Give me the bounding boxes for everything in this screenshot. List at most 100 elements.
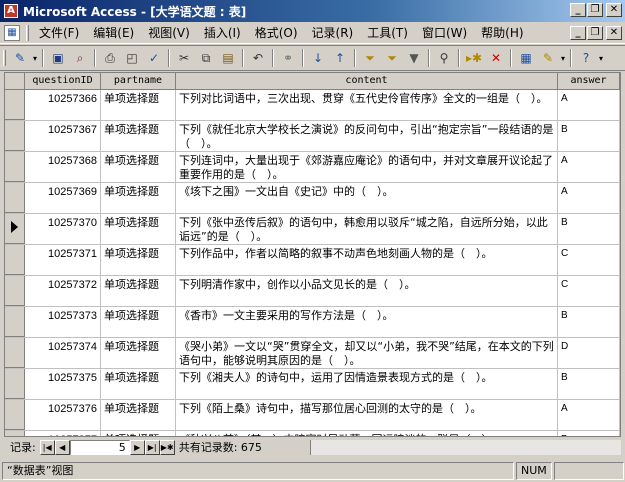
cell-partname[interactable]: 单项选择题 (101, 152, 176, 182)
next-record-button[interactable]: ▶ (129, 439, 145, 455)
cell-question-id[interactable]: 10257370 (25, 214, 101, 244)
table-row[interactable]: 10257368 单项选择题 下列连词中，大量出现于《郊游嘉应庵论》的语句中，并对文… (5, 152, 620, 183)
database-window-icon[interactable]: ▦ (515, 48, 537, 68)
menu-insert[interactable]: 插入(I) (197, 24, 248, 41)
current-record-selector[interactable] (5, 214, 25, 244)
table-row[interactable]: 10257367 单项选择题 下列《就任北京大学校长之演说》的反问句中，引出“抱定宗… (5, 121, 620, 152)
view-dropdown-icon[interactable]: ▾ (31, 48, 39, 68)
record-selector[interactable] (5, 431, 25, 436)
cell-question-id[interactable]: 10257377 (25, 431, 101, 436)
table-row[interactable]: 10257372 单项选择题 下列明清作家中，创作以小品文见长的是（ ）。 C (5, 276, 620, 307)
cell-answer[interactable]: A (558, 183, 620, 213)
record-selector[interactable] (5, 183, 25, 213)
table-row[interactable]: 10257377单项选择题《秋兴八首》（其一）中暗寓时局动荡、国运暗淡的一联是（… (5, 431, 620, 436)
record-selector[interactable] (5, 369, 25, 399)
cell-content[interactable]: 《香市》一文主要采用的写作方法是（ ）。 (176, 307, 558, 337)
cell-content[interactable]: 下列《湘夫人》的诗句中，运用了因情造景表现方式的是（ ）。 (176, 369, 558, 399)
table-row[interactable]: 10257371 单项选择题 下列作品中，作者以简略的叙事不动声色地刻画人物的是（ … (5, 245, 620, 276)
cell-partname[interactable]: 单项选择题 (101, 338, 176, 368)
record-selector[interactable] (5, 338, 25, 368)
cell-answer[interactable]: A (558, 400, 620, 430)
cell-question-id[interactable]: 10257369 (25, 183, 101, 213)
record-selector[interactable] (5, 276, 25, 306)
cell-answer[interactable]: B (558, 431, 620, 436)
new-object-dropdown-icon[interactable]: ▾ (559, 48, 567, 68)
table-icon[interactable]: ▦ (4, 24, 20, 41)
search-icon[interactable]: ⌕ (69, 48, 91, 68)
cell-partname[interactable]: 单项选择题 (101, 369, 176, 399)
cell-content[interactable]: 《哭小弟》一文以“哭”贯穿全文，却又以“小弟，我不哭”结尾，在本文的下列语句中，… (176, 338, 558, 368)
cell-content[interactable]: 下列对比词语中，三次出现、贯穿《五代史伶官传序》全文的一组是（ ）。 (176, 90, 558, 120)
record-selector[interactable] (5, 90, 25, 120)
doc-restore-button[interactable]: ❐ (587, 26, 603, 40)
record-selector[interactable] (5, 121, 25, 151)
record-selector[interactable] (5, 307, 25, 337)
cell-question-id[interactable]: 10257367 (25, 121, 101, 151)
cell-question-id[interactable]: 10257376 (25, 400, 101, 430)
cell-question-id[interactable]: 10257375 (25, 369, 101, 399)
select-all-corner[interactable] (5, 73, 25, 90)
cell-partname[interactable]: 单项选择题 (101, 90, 176, 120)
apply-filter-icon[interactable]: ▼ (403, 48, 425, 68)
restore-button[interactable]: ❐ (587, 3, 603, 17)
cell-answer[interactable]: B (558, 369, 620, 399)
doc-close-button[interactable]: ✕ (606, 26, 622, 40)
record-selector[interactable] (5, 400, 25, 430)
help-icon[interactable]: ? (575, 48, 597, 68)
cell-question-id[interactable]: 10257372 (25, 276, 101, 306)
cell-answer[interactable]: A (558, 90, 620, 120)
menu-help[interactable]: 帮助(H) (474, 24, 530, 41)
new-object-icon[interactable]: ✎ (537, 48, 559, 68)
delete-record-icon[interactable]: ✕ (485, 48, 507, 68)
column-header-questionid[interactable]: questionID (25, 73, 101, 90)
find-icon[interactable]: ⚲ (433, 48, 455, 68)
cell-content[interactable]: 下列连词中，大量出现于《郊游嘉应庵论》的语句中，并对文章展开议论起了重要作用的是… (176, 152, 558, 182)
cell-answer[interactable]: B (558, 307, 620, 337)
record-selector[interactable] (5, 152, 25, 182)
insert-hyperlink-icon[interactable]: ⚭ (277, 48, 299, 68)
cell-question-id[interactable]: 10257368 (25, 152, 101, 182)
column-header-partname[interactable]: partname (101, 73, 176, 90)
help-dropdown-icon[interactable]: ▾ (597, 48, 605, 68)
cell-partname[interactable]: 单项选择题 (101, 121, 176, 151)
cell-content[interactable]: 下列《陌上桑》诗句中，描写那位居心回测的太守的是（ ）。 (176, 400, 558, 430)
menu-tools[interactable]: 工具(T) (360, 24, 415, 41)
view-design-icon[interactable]: ✎ (9, 48, 31, 68)
copy-icon[interactable]: ⧉ (195, 48, 217, 68)
paste-icon[interactable]: ▤ (217, 48, 239, 68)
current-record-field[interactable]: 5 (69, 439, 130, 455)
cell-partname[interactable]: 单项选择题 (101, 214, 176, 244)
cell-question-id[interactable]: 10257371 (25, 245, 101, 275)
spelling-icon[interactable]: ✓ (143, 48, 165, 68)
column-header-content[interactable]: content (176, 73, 558, 90)
cell-partname[interactable]: 单项选择题 (101, 245, 176, 275)
access-icon[interactable]: A (4, 4, 18, 18)
save-icon[interactable]: ▣ (47, 48, 69, 68)
cut-icon[interactable]: ✂ (173, 48, 195, 68)
cell-question-id[interactable]: 10257366 (25, 90, 101, 120)
minimize-button[interactable]: _ (570, 3, 586, 17)
table-row[interactable]: 10257376 单项选择题 下列《陌上桑》诗句中，描写那位居心回测的太守的是（ ）… (5, 400, 620, 431)
cell-content[interactable]: 下列《就任北京大学校长之演说》的反问句中，引出“抱定宗旨”一段结语的是（ ）。 (176, 121, 558, 151)
cell-content[interactable]: 下列作品中，作者以简略的叙事不动声色地刻画人物的是（ ）。 (176, 245, 558, 275)
cell-answer[interactable]: B (558, 121, 620, 151)
menu-file[interactable]: 文件(F) (32, 24, 86, 41)
print-icon[interactable]: ⎙ (99, 48, 121, 68)
new-record-button[interactable]: ▶✱ (159, 439, 175, 455)
cell-content[interactable]: 下列明清作家中，创作以小品文见长的是（ ）。 (176, 276, 558, 306)
table-row[interactable]: 10257369 单项选择题 《垓下之围》一文出自《史记》中的（ ）。 A (5, 183, 620, 214)
last-record-button[interactable]: ▶| (144, 439, 160, 455)
print-preview-icon[interactable]: ◰ (121, 48, 143, 68)
previous-record-button[interactable]: ◀ (54, 439, 70, 455)
cell-partname[interactable]: 单项选择题 (101, 276, 176, 306)
filter-by-selection-icon[interactable]: ⏷ (359, 48, 381, 68)
cell-partname[interactable]: 单项选择题 (101, 400, 176, 430)
table-row[interactable]: 10257370 单项选择题 下列《张中丞传后叙》的语句中，韩愈用以驳斥“城之陷，自… (5, 214, 620, 245)
filter-by-form-icon[interactable]: ⏷ (381, 48, 403, 68)
sort-descending-icon[interactable]: ↑ (329, 48, 351, 68)
column-header-answer[interactable]: answer (558, 73, 620, 90)
cell-partname[interactable]: 单项选择题 (101, 431, 176, 436)
cell-content[interactable]: 下列《张中丞传后叙》的语句中，韩愈用以驳斥“城之陷，自远所分始，以此诟远”的是（… (176, 214, 558, 244)
menu-format[interactable]: 格式(O) (248, 24, 305, 41)
sort-ascending-icon[interactable]: ↓ (307, 48, 329, 68)
